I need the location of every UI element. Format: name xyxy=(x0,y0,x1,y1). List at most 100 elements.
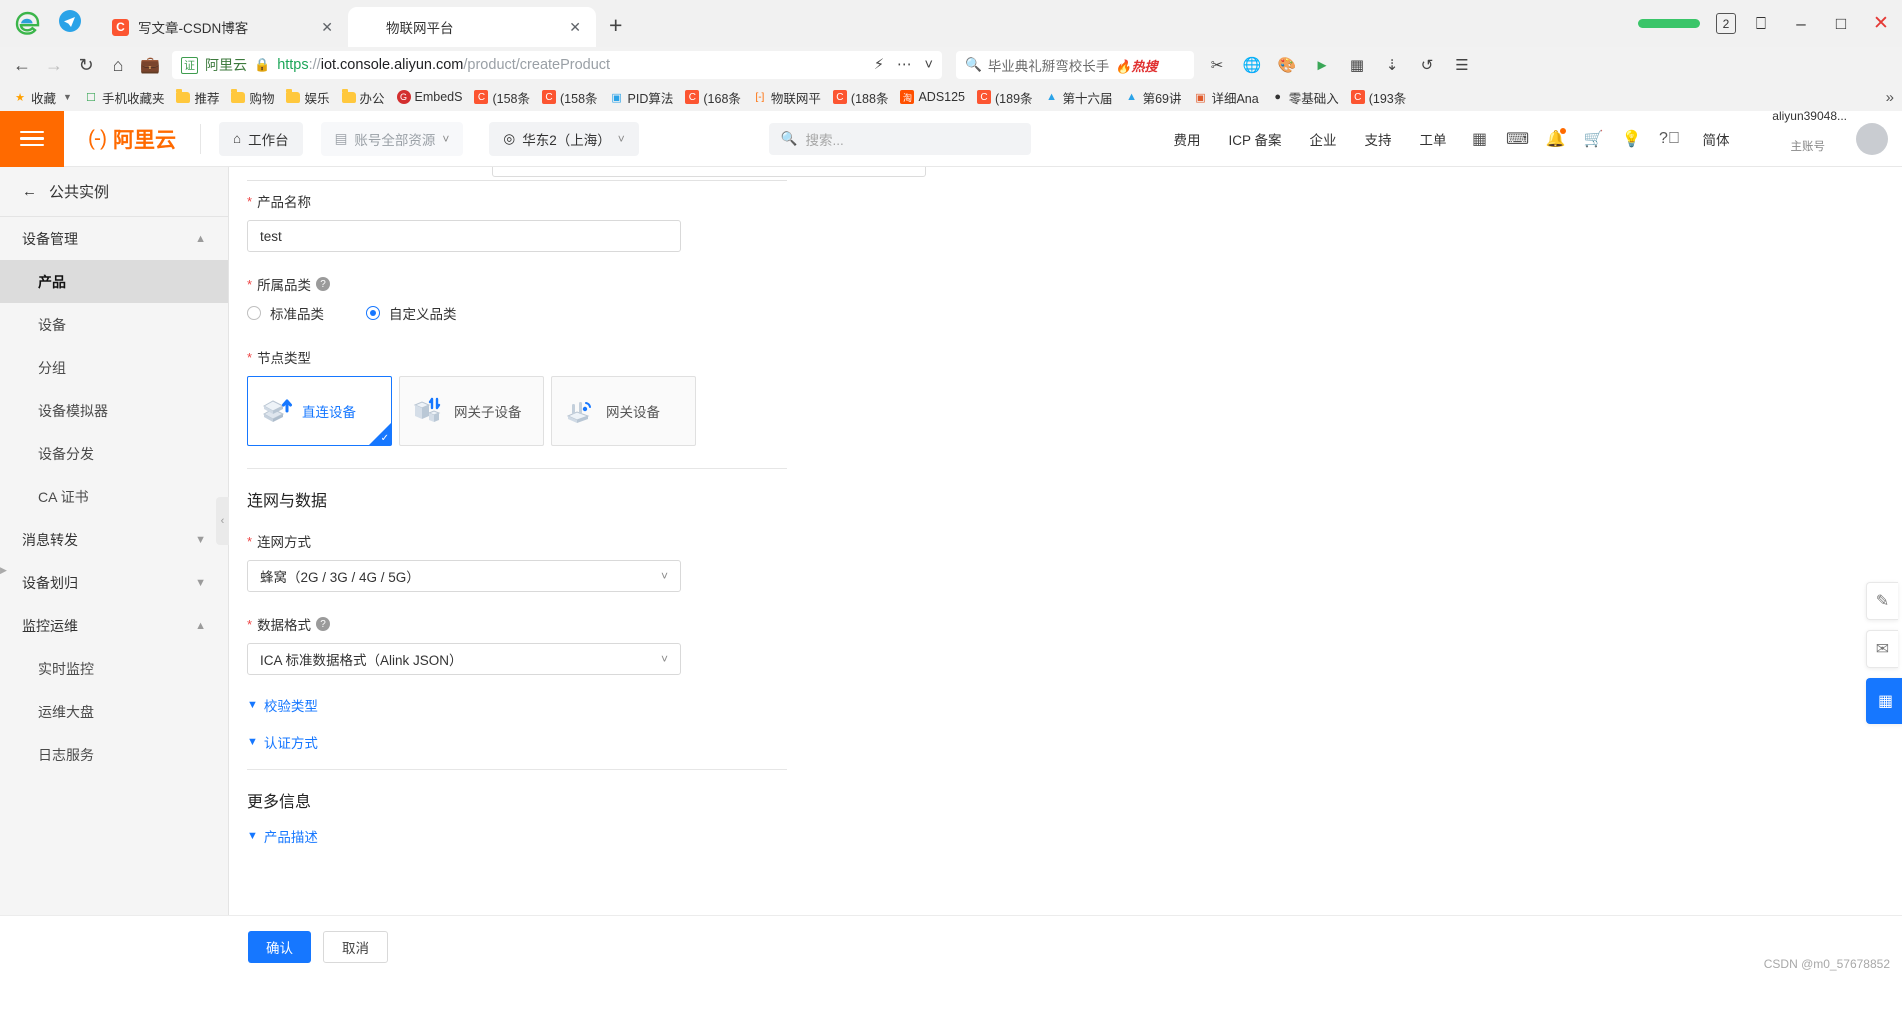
chevron-down-icon[interactable]: ▼ xyxy=(63,92,72,102)
bookmark-item[interactable]: ★ 收藏 ▼ xyxy=(8,86,77,109)
collapse-product-description-clipped[interactable]: ▼ 产品描述 xyxy=(247,826,789,848)
more-options-icon[interactable]: ⋯ xyxy=(897,57,912,73)
sidebar-group-message-forwarding[interactable]: 消息转发 ▼ xyxy=(0,518,228,561)
collapse-product-description[interactable]: ▼ 产品描述 xyxy=(247,826,789,846)
bookmark-item[interactable]: [-] 物联网平 xyxy=(748,86,826,109)
browser-tab-0[interactable]: C 写文章-CSDN博客 ✕ xyxy=(100,7,348,47)
paint-icon[interactable]: 🎨 xyxy=(1274,52,1300,78)
bookmark-item[interactable]: C (189条 xyxy=(972,86,1038,109)
forward-icon[interactable]: → xyxy=(38,50,70,80)
bookmark-item[interactable]: ▣ 详细Ana xyxy=(1188,86,1263,109)
maximize-icon[interactable]: □ xyxy=(1826,9,1856,39)
url-input[interactable]: 证 阿里云 🔒 https://iot.console.aliyun.com/p… xyxy=(172,51,942,79)
bookmark-item[interactable]: ▲ 第十六届 xyxy=(1040,86,1118,109)
avatar[interactable] xyxy=(1856,122,1888,155)
account-info[interactable]: aliyun39048... 主账号 xyxy=(1744,108,1857,168)
back-icon[interactable]: ← xyxy=(6,50,38,80)
data-format-select[interactable]: ICA 标准数据格式（Alink JSON） ˅ xyxy=(247,643,681,675)
bookmark-item[interactable]: C (188条 xyxy=(828,86,894,109)
collapse-verification-type[interactable]: ▼ 校验类型 xyxy=(247,695,789,715)
new-tab-button[interactable]: + xyxy=(596,12,635,47)
sidebar-item-products[interactable]: 产品 xyxy=(0,260,228,303)
home-icon[interactable]: ⌂ xyxy=(102,50,134,80)
cancel-button[interactable]: 取消 xyxy=(323,930,388,963)
feedback-pencil-button[interactable]: ✎ xyxy=(1866,582,1898,620)
nav-link-icp[interactable]: ICP 备案 xyxy=(1214,129,1295,149)
sidebar-group-device-assignment[interactable]: 设备划归 ▼ xyxy=(0,561,228,604)
menu-toggle-button[interactable] xyxy=(0,110,64,167)
briefcase-icon[interactable]: 💼 xyxy=(134,50,166,80)
radio-custom-category[interactable]: 自定义品类 xyxy=(366,303,457,323)
bookmark-item[interactable]: ▲ 第69讲 xyxy=(1120,86,1187,109)
help-icon[interactable]: ?⃝ xyxy=(1651,120,1689,158)
nav-link-enterprise[interactable]: 企业 xyxy=(1296,129,1351,149)
bookmark-item[interactable]: ● 零基础入 xyxy=(1266,86,1344,109)
telegram-icon[interactable] xyxy=(58,9,86,37)
minimize-icon[interactable]: – xyxy=(1786,9,1816,39)
tab-close-icon[interactable]: ✕ xyxy=(318,19,336,36)
bookmark-item[interactable]: C (158条 xyxy=(469,86,535,109)
network-method-select[interactable]: 蜂窝（2G / 3G / 4G / 5G） ˅ xyxy=(247,560,681,592)
nav-link-ticket[interactable]: 工单 xyxy=(1406,129,1461,149)
help-icon[interactable]: ? xyxy=(316,617,331,631)
node-type-card-gateway-subdevice[interactable]: 网关子设备 xyxy=(399,376,544,446)
sidebar-back-button[interactable]: ← 公共实例 xyxy=(0,167,228,217)
cart-icon[interactable]: 🛒 xyxy=(1575,120,1613,158)
workbench-button[interactable]: ⌂ 工作台 xyxy=(218,121,303,156)
sidebar-item-log-service[interactable]: 日志服务 xyxy=(0,733,228,776)
tab-close-icon[interactable]: ✕ xyxy=(566,19,584,36)
video-icon[interactable]: ► xyxy=(1309,52,1335,78)
collapse-auth-method[interactable]: ▼ 认证方式 xyxy=(247,732,789,752)
menu-icon[interactable]: ☰ xyxy=(1449,52,1475,78)
browser-tab-1[interactable]: [-] 物联网平台 ✕ xyxy=(348,7,596,47)
bookmark-item[interactable]: C (193条 xyxy=(1346,86,1412,109)
download-icon[interactable]: ⇣ xyxy=(1379,52,1405,78)
sidebar-group-device-management[interactable]: 设备管理 ▲ xyxy=(0,217,228,260)
bookmark-item[interactable]: ☐ 手机收藏夹 xyxy=(79,86,170,109)
sidebar-group-monitoring[interactable]: 监控运维 ▲ xyxy=(0,604,228,647)
lightbulb-icon[interactable]: 💡 xyxy=(1613,120,1651,158)
bookmark-item[interactable]: C (168条 xyxy=(680,86,746,109)
terminal-icon[interactable]: ⌨ xyxy=(1499,120,1537,158)
lightning-icon[interactable]: ⚡ xyxy=(874,57,884,73)
bookmark-item[interactable]: C (158条 xyxy=(537,86,603,109)
bookmark-item[interactable]: 办公 xyxy=(337,86,390,109)
nav-link-support[interactable]: 支持 xyxy=(1351,129,1406,149)
sidebar-item-realtime-monitoring[interactable]: 实时监控 xyxy=(0,647,228,690)
chevron-down-icon[interactable]: ˅ xyxy=(925,57,933,73)
search-input[interactable]: 🔍 毕业典礼掰弯校长手 🔥热搜 xyxy=(956,51,1194,79)
split-screen-icon[interactable]: ⎕ xyxy=(1746,9,1776,39)
reload-icon[interactable]: ↻ xyxy=(70,50,102,80)
history-icon[interactable]: ↺ xyxy=(1414,52,1440,78)
sidebar-item-device-simulator[interactable]: 设备模拟器 xyxy=(0,389,228,432)
tab-count-badge[interactable]: 2 xyxy=(1716,13,1736,34)
nav-link-fee[interactable]: 费用 xyxy=(1159,129,1214,149)
page-collapse-arrow-icon[interactable]: ▶ xyxy=(0,565,7,577)
apps-grid-icon[interactable]: ▦ xyxy=(1344,52,1370,78)
language-selector[interactable]: 简体 xyxy=(1689,129,1744,149)
apps-panel-button[interactable]: ▦ xyxy=(1866,678,1902,724)
radio-standard-category[interactable]: 标准品类 xyxy=(247,303,324,323)
node-type-card-gateway-device[interactable]: 网关设备 xyxy=(551,376,696,446)
all-resources-dropdown[interactable]: ▤ 账号全部资源 ˅ xyxy=(320,121,464,156)
sidebar-item-ops-dashboard[interactable]: 运维大盘 xyxy=(0,690,228,733)
bookmark-item[interactable]: 购物 xyxy=(226,86,279,109)
bookmark-item[interactable]: 淘 ADS125 xyxy=(895,88,970,106)
resource-icon[interactable]: ▦ xyxy=(1461,120,1499,158)
close-window-icon[interactable]: ✕ xyxy=(1866,9,1896,39)
sidebar-item-groups[interactable]: 分组 xyxy=(0,346,228,389)
help-icon[interactable]: ? xyxy=(316,277,331,291)
sidebar-item-ca-certificate[interactable]: CA 证书 xyxy=(0,475,228,518)
scissors-icon[interactable]: ✂ xyxy=(1204,52,1230,78)
chat-support-button[interactable]: ✉ xyxy=(1866,630,1898,668)
bookmark-item[interactable]: G EmbedS xyxy=(392,88,468,106)
product-name-input[interactable]: test xyxy=(247,220,681,252)
region-selector[interactable]: ◎ 华东2（上海） ˅ xyxy=(489,121,639,156)
notifications-bell-icon[interactable]: 🔔 xyxy=(1537,120,1575,158)
aliyun-logo[interactable]: (-) 阿里云 xyxy=(64,124,200,154)
console-search-input[interactable]: 🔍 搜索... xyxy=(768,122,1031,155)
bookmark-item[interactable]: ▣ PID算法 xyxy=(605,86,679,109)
bookmark-item[interactable]: 推荐 xyxy=(171,86,224,109)
bookmarks-overflow-icon[interactable]: » xyxy=(1886,89,1894,106)
confirm-button[interactable]: 确认 xyxy=(248,930,311,963)
